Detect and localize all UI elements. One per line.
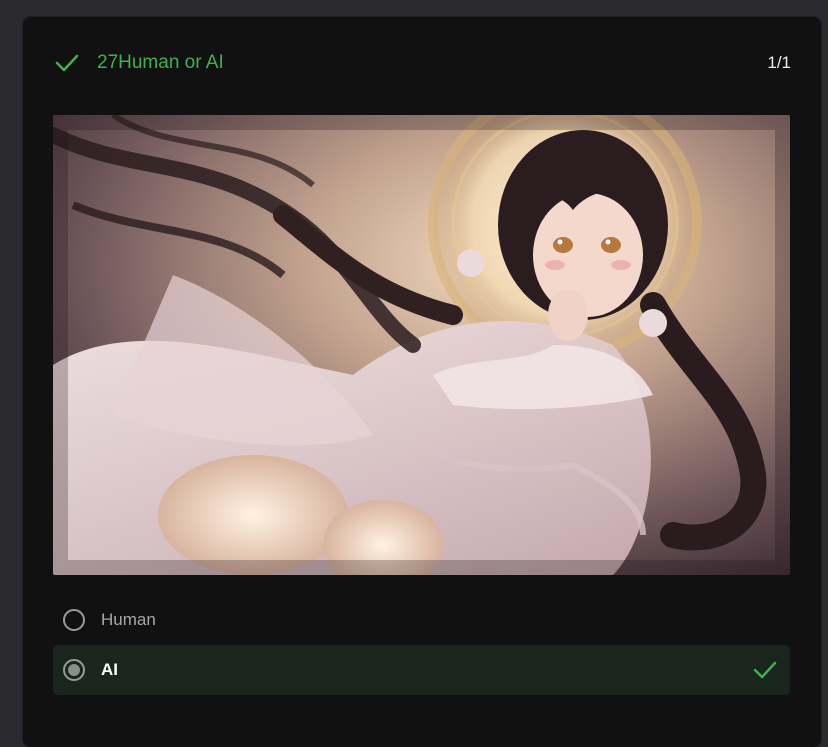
check-icon [53, 49, 81, 77]
radio-ai[interactable] [63, 659, 85, 681]
anime-girl-illustration [53, 115, 790, 575]
option-label-human: Human [101, 610, 156, 629]
question-header: 27Human or AI 1/1 [53, 47, 791, 79]
option-ai[interactable]: AI [53, 645, 790, 695]
correct-check-icon [752, 657, 778, 683]
option-human[interactable]: Human [53, 595, 790, 645]
question-title: 27Human or AI [97, 52, 224, 73]
radio-selected-dot [68, 664, 80, 676]
question-image [53, 115, 790, 575]
question-card: 27Human or AI 1/1 Human AI [23, 17, 821, 747]
option-label-ai: AI [101, 660, 118, 679]
radio-human[interactable] [63, 609, 85, 631]
question-counter: 1/1 [767, 53, 791, 72]
